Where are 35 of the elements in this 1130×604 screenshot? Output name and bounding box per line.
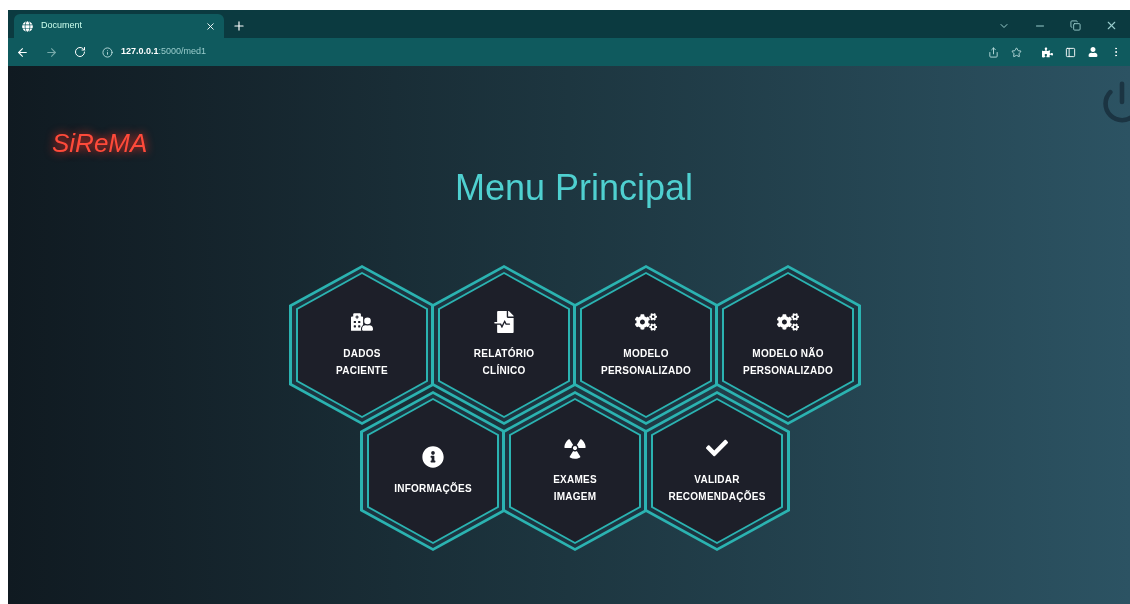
- tile-label: MODELO PERSONALIZADO: [601, 347, 691, 378]
- side-panel-icon[interactable]: [1065, 46, 1076, 58]
- tile-label: VALIDAR RECOMENDAÇÕES: [668, 473, 766, 504]
- globe-icon: [22, 20, 33, 32]
- restore-icon[interactable]: [1070, 20, 1081, 31]
- check-icon: [706, 437, 728, 459]
- tile-label: EXAMES IMAGEM: [553, 473, 597, 504]
- gears-icon: [777, 311, 799, 333]
- address-bar[interactable]: 127.0.0.1:5000/med1: [121, 45, 207, 59]
- profile-icon[interactable]: [1088, 47, 1098, 57]
- tab-title: Document: [41, 19, 84, 33]
- forward-icon[interactable]: [45, 45, 58, 59]
- patient-icon: [351, 311, 373, 333]
- logo: SiReMA: [52, 127, 148, 160]
- browser-tab[interactable]: Document: [14, 14, 224, 38]
- tile-label: RELATÓRIO CLÍNICO: [473, 346, 535, 378]
- page-title: Menu Principal: [454, 166, 694, 210]
- close-icon[interactable]: [1105, 19, 1118, 32]
- star-icon[interactable]: [1011, 46, 1022, 58]
- info-icon: [422, 445, 444, 468]
- gears-icon: [635, 311, 657, 333]
- reload-icon[interactable]: [74, 46, 86, 58]
- puzzle-icon[interactable]: [1042, 46, 1053, 58]
- hexagon-tile[interactable]: MODELO NÃO PERSONALIZADO: [715, 265, 861, 425]
- info-icon: [102, 46, 113, 58]
- tile-label: DADOS PACIENTE: [336, 347, 388, 378]
- share-icon[interactable]: [988, 46, 999, 58]
- hexagon-tile[interactable]: VALIDAR RECOMENDAÇÕES: [644, 391, 790, 551]
- tile-label: MODELO NÃO PERSONALIZADO: [743, 346, 833, 378]
- medical-file-icon: [493, 311, 515, 333]
- radiation-icon: [564, 437, 586, 459]
- new-tab-icon[interactable]: [232, 19, 246, 33]
- back-icon[interactable]: [16, 45, 29, 59]
- tile-label: INFORMAÇÕES: [394, 481, 472, 496]
- close-icon[interactable]: [205, 20, 216, 32]
